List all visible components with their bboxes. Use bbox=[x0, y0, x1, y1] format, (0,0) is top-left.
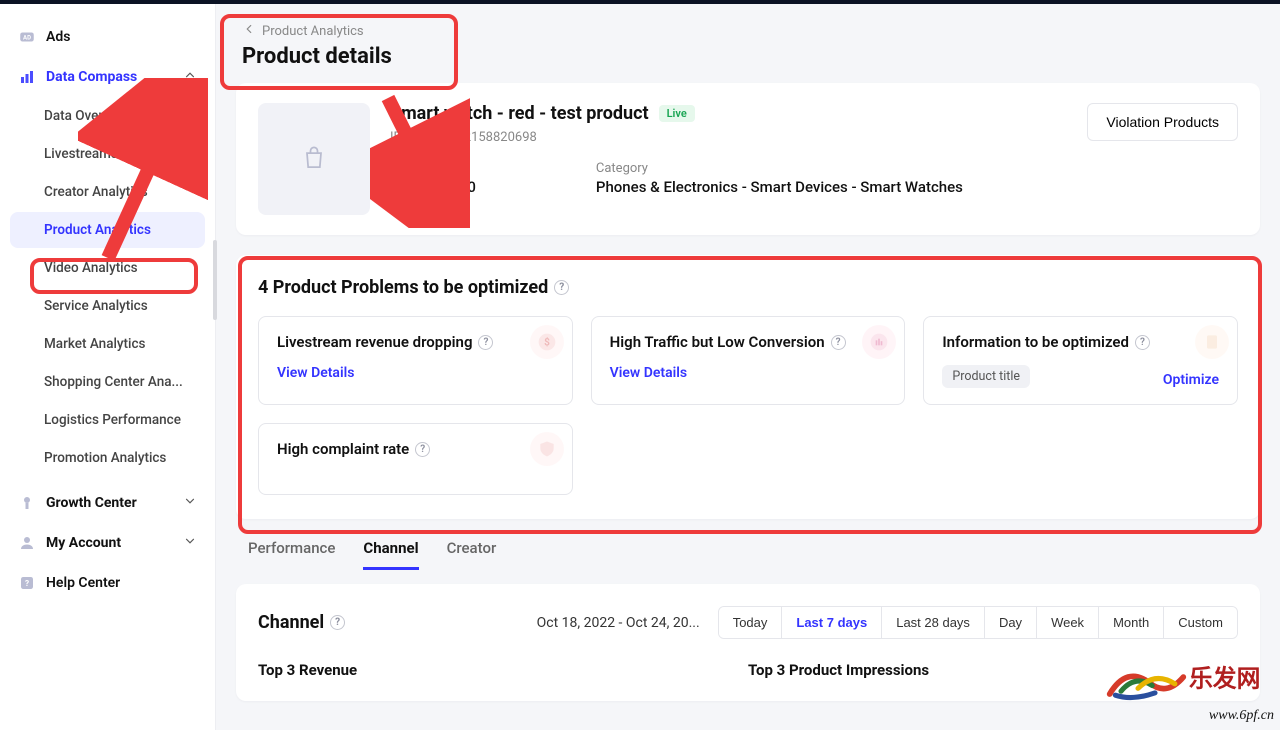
range-day[interactable]: Day bbox=[985, 607, 1037, 638]
chevron-down-icon bbox=[183, 494, 197, 512]
sidebar-item-livestreams[interactable]: Livestreams Analytics bbox=[10, 136, 205, 172]
sidebar-label-help: Help Center bbox=[46, 575, 120, 591]
tab-creator[interactable]: Creator bbox=[447, 539, 497, 570]
top-revenue-heading: Top 3 Revenue bbox=[258, 661, 748, 679]
problem-card-low-conversion: High Traffic but Low Conversion? View De… bbox=[591, 316, 906, 405]
tab-channel[interactable]: Channel bbox=[363, 539, 418, 570]
breadcrumb[interactable]: Product Analytics bbox=[242, 22, 1254, 40]
problem-card-livestream-drop: $ Livestream revenue dropping? View Deta… bbox=[258, 316, 573, 405]
view-details-link[interactable]: View Details bbox=[277, 365, 354, 381]
tag-product-title: Product title bbox=[942, 365, 1030, 388]
price-label: Price bbox=[390, 161, 476, 176]
help-tooltip-icon[interactable]: ? bbox=[1135, 335, 1150, 350]
date-range-segmented: Today Last 7 days Last 28 days Day Week … bbox=[718, 606, 1238, 639]
sidebar-label-account: My Account bbox=[46, 535, 121, 551]
range-week[interactable]: Week bbox=[1037, 607, 1099, 638]
problem-card-info-optimize: Information to be optimized? Product tit… bbox=[923, 316, 1238, 405]
page-header: Product Analytics Product details bbox=[216, 0, 1280, 83]
sidebar-label-data-compass: Data Compass bbox=[46, 69, 137, 85]
optimize-link[interactable]: Optimize bbox=[1163, 372, 1219, 388]
help-tooltip-icon[interactable]: ? bbox=[554, 280, 569, 295]
traffic-icon bbox=[862, 325, 896, 359]
sidebar-item-my-account[interactable]: My Account bbox=[10, 524, 205, 562]
range-last-7[interactable]: Last 7 days bbox=[782, 607, 882, 638]
section-tabs: Performance Channel Creator bbox=[216, 519, 1280, 570]
status-badge: Live bbox=[659, 105, 695, 122]
range-custom[interactable]: Custom bbox=[1164, 607, 1237, 638]
svg-text:$: $ bbox=[544, 335, 550, 348]
chevron-up-icon bbox=[183, 68, 197, 86]
view-details-link[interactable]: View Details bbox=[610, 365, 687, 381]
svg-text:?: ? bbox=[25, 579, 29, 589]
help-tooltip-icon[interactable]: ? bbox=[415, 442, 430, 457]
sidebar-item-promotion[interactable]: Promotion Analytics bbox=[10, 440, 205, 476]
svg-text:AD: AD bbox=[23, 34, 31, 41]
help-tooltip-icon[interactable]: ? bbox=[831, 335, 846, 350]
growth-icon bbox=[18, 494, 36, 512]
sidebar-item-data-overview[interactable]: Data Overview bbox=[10, 98, 205, 134]
range-month[interactable]: Month bbox=[1099, 607, 1164, 638]
sidebar-item-growth-center[interactable]: Growth Center bbox=[10, 484, 205, 522]
top-impressions-heading: Top 3 Product Impressions bbox=[748, 661, 1238, 679]
sidebar-item-data-compass[interactable]: Data Compass bbox=[10, 58, 205, 96]
problem-card-complaint-rate: High complaint rate? bbox=[258, 423, 573, 495]
problems-card: 4 Product Problems to be optimized ? $ L… bbox=[236, 255, 1260, 519]
date-range-display[interactable]: Oct 18, 2022 - Oct 24, 20... bbox=[537, 615, 700, 631]
chevron-left-icon bbox=[242, 22, 256, 40]
breadcrumb-parent: Product Analytics bbox=[262, 24, 364, 39]
user-icon bbox=[18, 534, 36, 552]
sidebar-item-ads[interactable]: AD Ads bbox=[10, 18, 205, 56]
page-title: Product details bbox=[242, 44, 1254, 69]
product-thumbnail bbox=[258, 103, 370, 215]
help-tooltip-icon[interactable]: ? bbox=[478, 335, 493, 350]
problems-heading: 4 Product Problems to be optimized ? bbox=[258, 277, 1238, 298]
ads-icon: AD bbox=[18, 28, 36, 46]
sidebar-item-shopping-center[interactable]: Shopping Center Ana... bbox=[10, 364, 205, 400]
product-name: Smart watch - red - test product bbox=[390, 103, 649, 124]
product-summary-card: Smart watch - red - test product Live ID… bbox=[236, 83, 1260, 235]
sidebar-item-creator-analytics[interactable]: Creator Analytics bbox=[10, 174, 205, 210]
category-value: Phones & Electronics - Smart Devices - S… bbox=[596, 178, 963, 196]
sidebar-label-ads: Ads bbox=[46, 29, 70, 45]
tab-performance[interactable]: Performance bbox=[248, 539, 335, 570]
sidebar-label-growth: Growth Center bbox=[46, 495, 137, 511]
product-id: ID 729391222158820698 bbox=[390, 130, 1067, 145]
dollar-icon: $ bbox=[530, 325, 564, 359]
violation-products-button[interactable]: Violation Products bbox=[1087, 103, 1238, 141]
sidebar-item-logistics[interactable]: Logistics Performance bbox=[10, 402, 205, 438]
sidebar: AD Ads Data Compass Data Overview Livest… bbox=[0, 0, 216, 730]
sidebar-item-market-analytics[interactable]: Market Analytics bbox=[10, 326, 205, 362]
sidebar-item-product-analytics[interactable]: Product Analytics bbox=[10, 212, 205, 248]
range-today[interactable]: Today bbox=[719, 607, 783, 638]
chart-bar-icon bbox=[18, 68, 36, 86]
main-content: Product Analytics Product details Smart … bbox=[216, 0, 1280, 730]
channel-card: Channel ? Oct 18, 2022 - Oct 24, 20... T… bbox=[236, 584, 1260, 701]
channel-heading: Channel ? bbox=[258, 612, 345, 633]
category-label: Category bbox=[596, 161, 963, 176]
price-value: Rp6.900.000 bbox=[390, 178, 476, 196]
sidebar-item-service-analytics[interactable]: Service Analytics bbox=[10, 288, 205, 324]
range-last-28[interactable]: Last 28 days bbox=[882, 607, 985, 638]
shield-icon bbox=[530, 432, 564, 466]
sidebar-item-video-analytics[interactable]: Video Analytics bbox=[10, 250, 205, 286]
help-tooltip-icon[interactable]: ? bbox=[330, 615, 345, 630]
page-icon bbox=[1195, 325, 1229, 359]
chevron-down-icon bbox=[183, 534, 197, 552]
help-icon: ? bbox=[18, 574, 36, 592]
sidebar-item-help-center[interactable]: ? Help Center bbox=[10, 564, 205, 602]
